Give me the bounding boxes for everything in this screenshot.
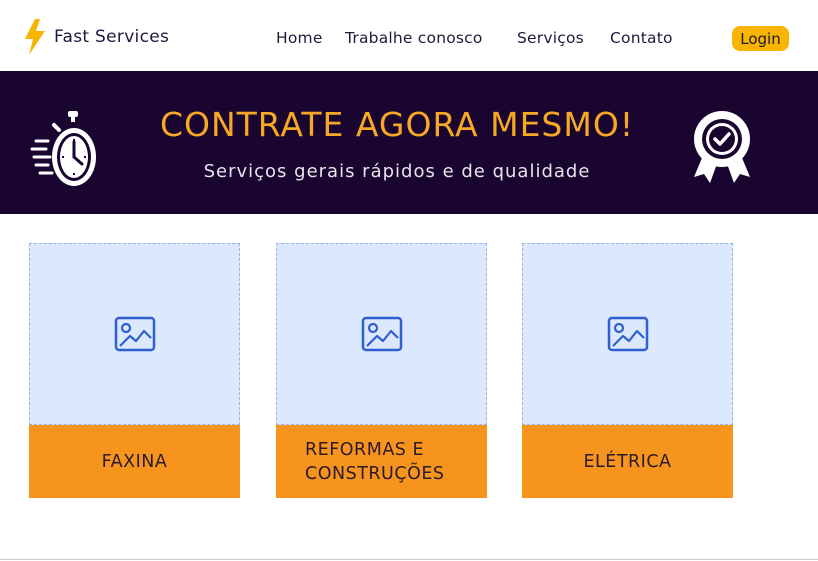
service-card-label-line-2: CONSTRUÇÕES xyxy=(305,463,445,484)
service-card-label-line-1: REFORMAS E xyxy=(305,439,425,460)
nav-link-servicos[interactable]: Serviços xyxy=(517,29,584,47)
banner-title: CONTRATE AGORA MESMO! xyxy=(159,105,635,144)
service-card-label: ELÉTRICA xyxy=(522,425,733,498)
quality-award-badge-icon xyxy=(694,111,750,183)
hero-banner: CONTRATE AGORA MESMO! Serviços gerais rá… xyxy=(0,71,818,214)
service-image-placeholder xyxy=(522,243,733,425)
banner-subtitle: Serviços gerais rápidos e de qualidade xyxy=(203,161,591,182)
service-card-label: REFORMAS E CONSTRUÇÕES xyxy=(276,425,487,498)
site-header: Fast Services Home Trabalhe conosco Serv… xyxy=(0,0,818,71)
service-card-faxina[interactable]: FAXINA xyxy=(29,243,240,499)
login-button[interactable]: Login xyxy=(732,26,789,51)
nav-link-home[interactable]: Home xyxy=(276,29,323,47)
nav-link-contato[interactable]: Contato xyxy=(610,29,673,47)
image-placeholder-icon xyxy=(361,316,402,352)
service-card-reformas[interactable]: REFORMAS E CONSTRUÇÕES xyxy=(276,243,487,499)
page-divider xyxy=(0,559,818,560)
main-nav: Home Trabalhe conosco Serviços Contato xyxy=(0,29,818,51)
service-card-label: FAXINA xyxy=(29,425,240,498)
image-placeholder-icon xyxy=(607,316,648,352)
nav-link-trabalhe-conosco[interactable]: Trabalhe conosco xyxy=(345,29,483,47)
services-grid: FAXINA REFORMAS E CONSTRUÇÕES ELÉTRICA xyxy=(0,243,818,499)
service-image-placeholder xyxy=(29,243,240,425)
service-image-placeholder xyxy=(276,243,487,425)
service-card-eletrica[interactable]: ELÉTRICA xyxy=(522,243,733,499)
image-placeholder-icon xyxy=(114,316,155,352)
